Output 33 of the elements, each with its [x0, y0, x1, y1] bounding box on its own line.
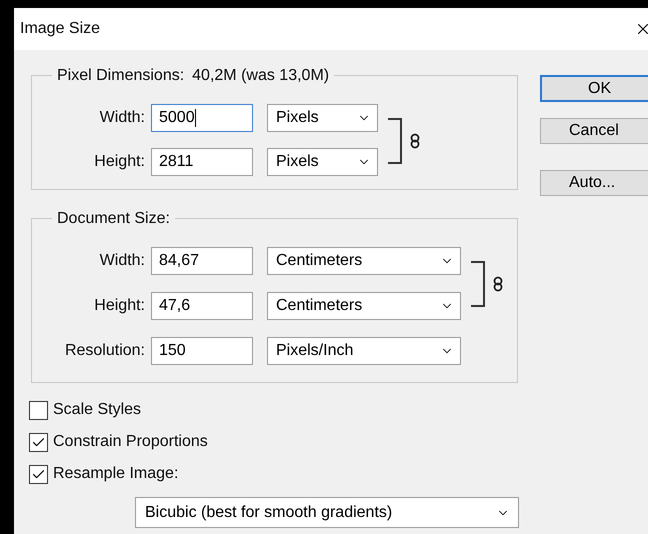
group-legend: Document Size: [57, 207, 170, 231]
value-field[interactable]: 47,6 [151, 292, 253, 320]
field-label: Resolution: [64, 341, 146, 361]
unit-dropdown[interactable]: Pixels/Inch [267, 337, 461, 365]
value-field[interactable]: 2811 [151, 148, 253, 176]
value-field[interactable]: 84,67 [151, 247, 253, 275]
dialog-button[interactable]: OK [540, 75, 648, 102]
checkbox[interactable] [29, 432, 48, 452]
value-field[interactable]: 5000 [151, 104, 253, 132]
unit-dropdown[interactable]: Centimeters [267, 292, 461, 320]
link-icon [410, 133, 420, 149]
field-label: Height: [93, 152, 146, 172]
checkbox-label: Resample Image: [53, 464, 178, 484]
group-legend: Pixel Dimensions: [57, 64, 184, 88]
field-label: Width: [98, 251, 146, 271]
unit-dropdown[interactable]: Centimeters [267, 247, 461, 275]
constrain-bracket [471, 261, 485, 307]
pixel-size-info: 40,2M (was 13,0M) [192, 66, 330, 86]
window-title: Image Size [20, 19, 100, 39]
value-field[interactable]: 150 [151, 337, 253, 365]
checkbox[interactable] [29, 400, 48, 420]
constrain-bracket [388, 118, 402, 164]
unit-dropdown[interactable]: Pixels [267, 104, 378, 132]
unit-dropdown[interactable]: Pixels [267, 148, 378, 176]
checkbox-label: Scale Styles [53, 400, 142, 420]
checkbox[interactable] [29, 464, 48, 484]
checkbox-label: Constrain Proportions [53, 432, 208, 452]
resample-dropdown[interactable]: Bicubic (best for smooth gradients) [135, 497, 519, 528]
link-icon [493, 276, 503, 292]
dialog-button[interactable]: Cancel [540, 118, 648, 144]
dialog-button[interactable]: Auto... [540, 170, 648, 196]
field-label: Height: [93, 296, 146, 316]
field-label: Width: [98, 108, 146, 128]
